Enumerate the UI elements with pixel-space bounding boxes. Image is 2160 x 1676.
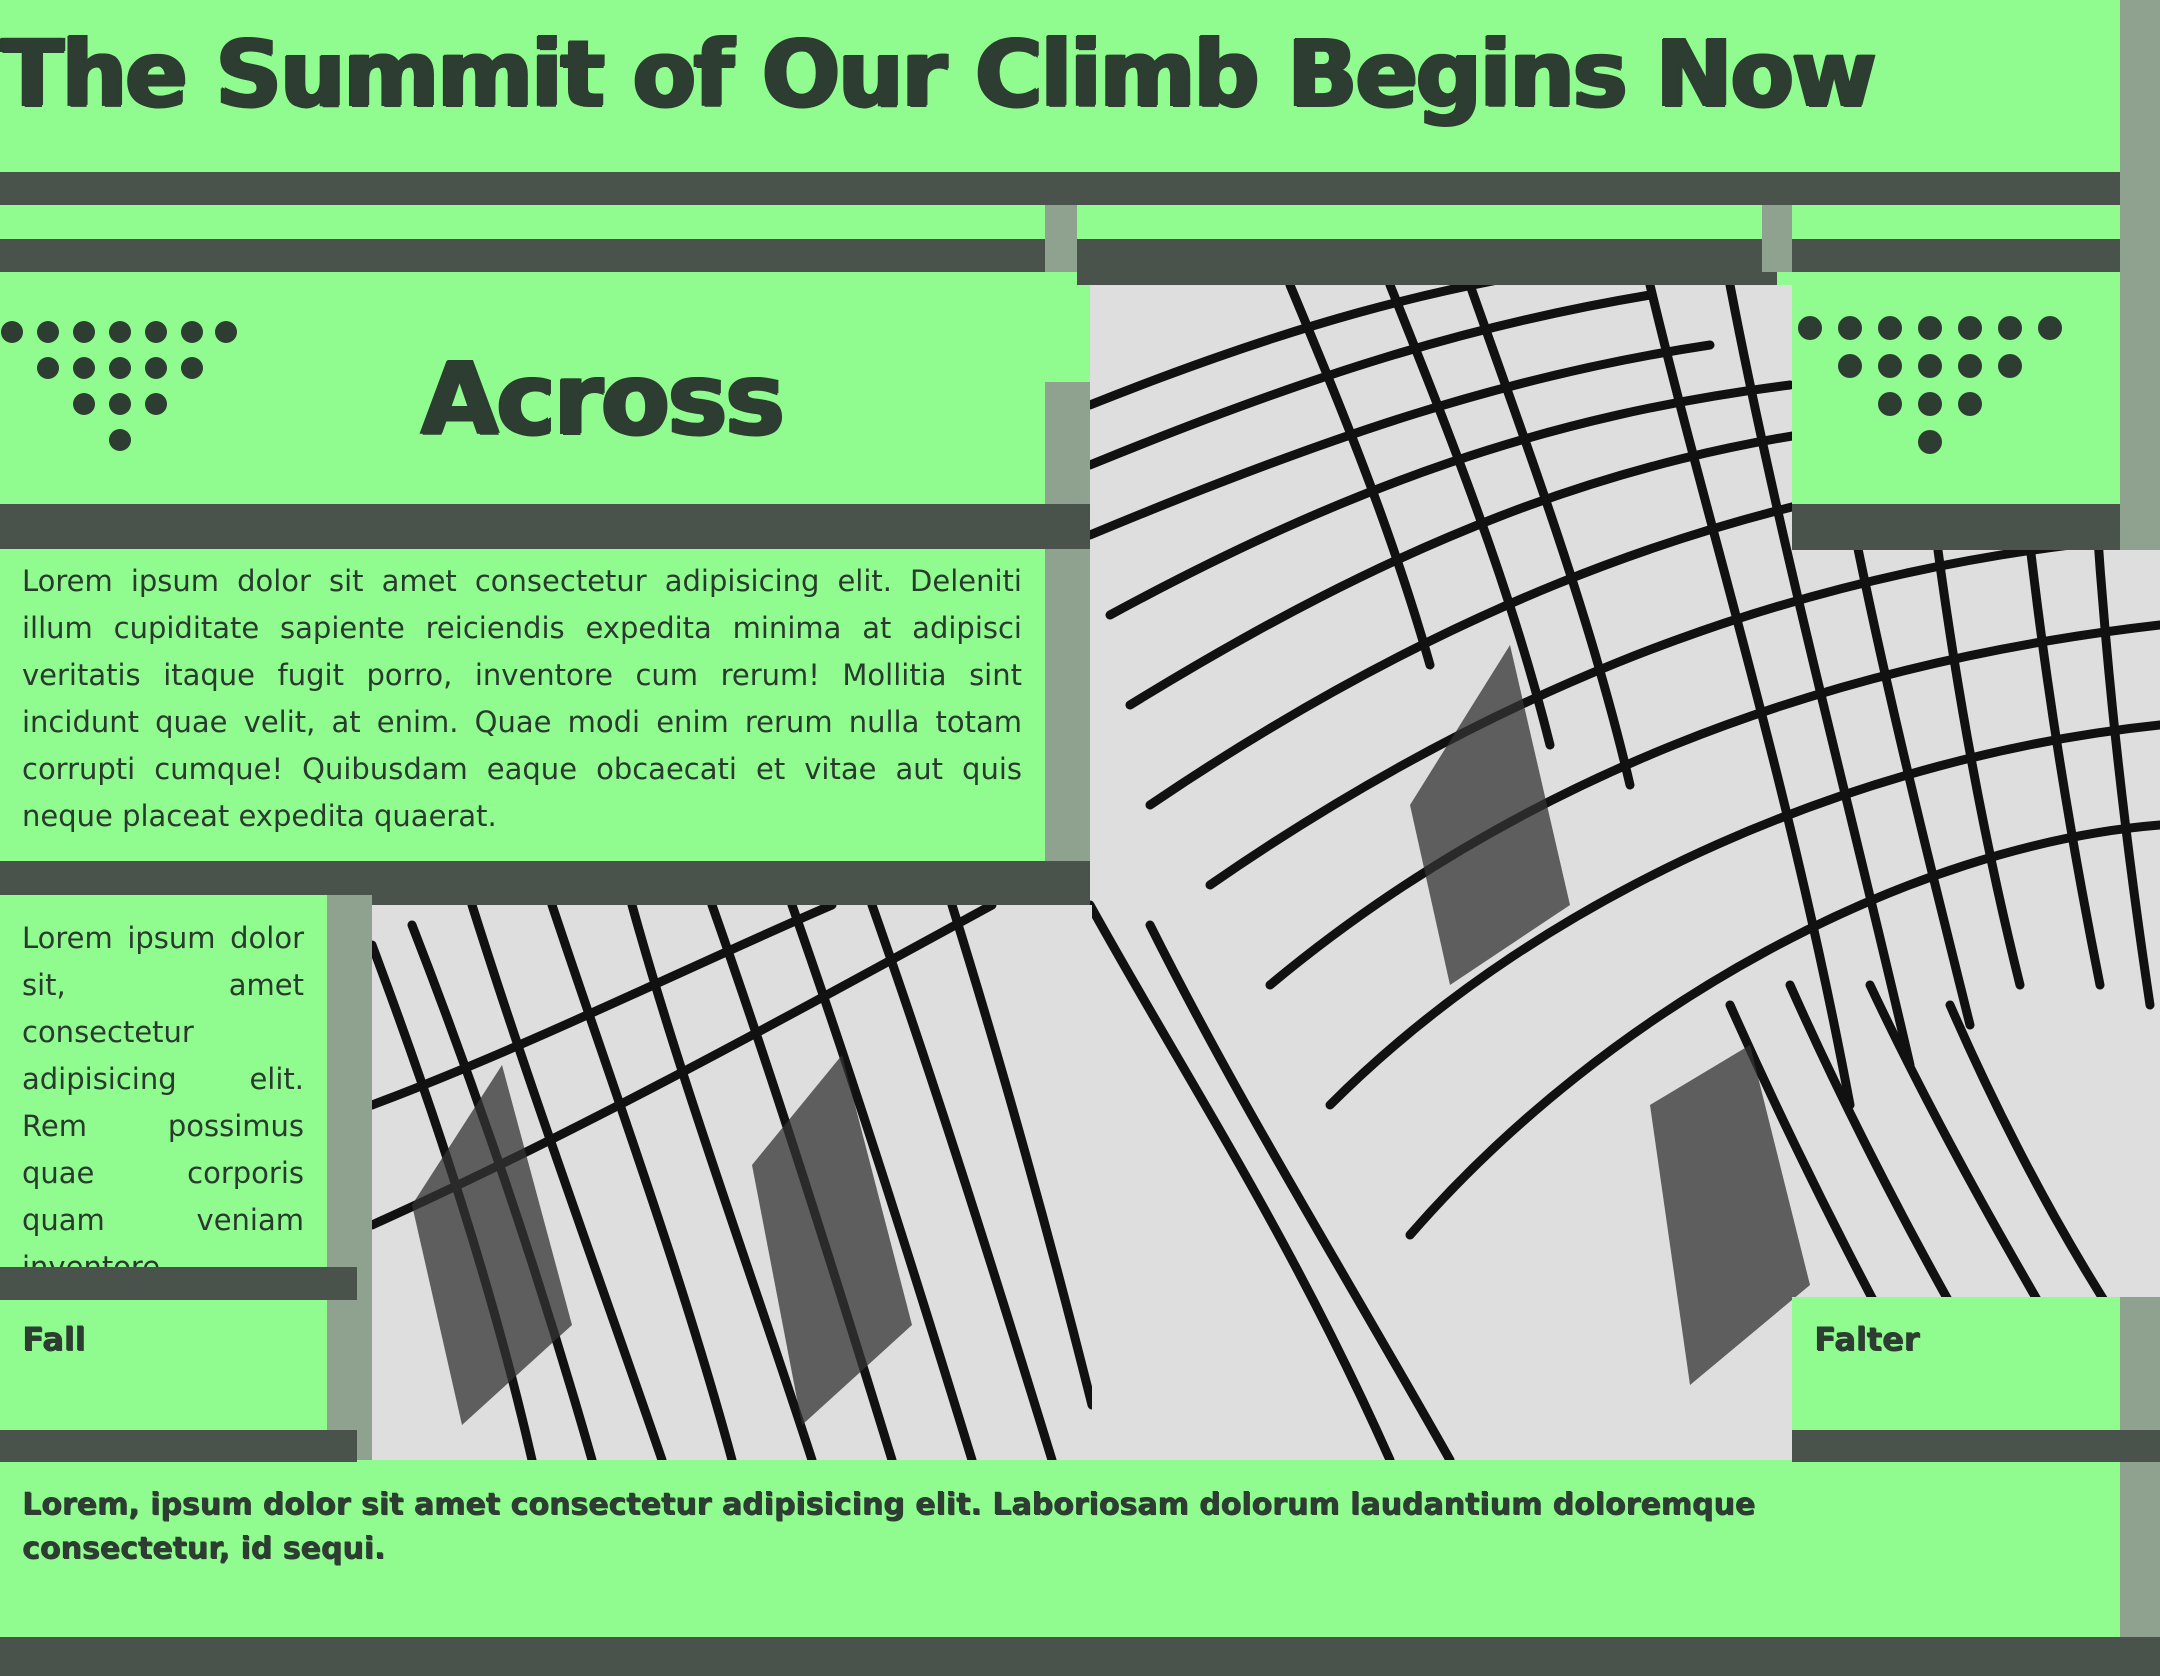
strip-left bbox=[0, 205, 1045, 239]
strip-right-edge bbox=[2120, 205, 2160, 550]
strip-left-edge bbox=[1045, 205, 1077, 272]
title-bar bbox=[0, 172, 2140, 205]
side-paragraph-edge bbox=[327, 895, 372, 1460]
footer-bar bbox=[0, 1637, 2160, 1676]
line-art-illustration-lower bbox=[372, 905, 1092, 1460]
strip-middle-bar bbox=[1077, 239, 1777, 285]
strip-left-bar bbox=[0, 239, 1060, 272]
main-paragraph: Lorem ipsum dolor sit amet consectetur a… bbox=[22, 564, 1022, 833]
section-heading: Across bbox=[420, 340, 784, 457]
page-title: The Summit of Our Climb Begins Now bbox=[0, 20, 1876, 127]
strip-middle bbox=[1077, 205, 1762, 239]
icon-panel-right-bar bbox=[1792, 504, 2120, 550]
strip-right-bar bbox=[1792, 239, 2140, 272]
falter-bar bbox=[1792, 1430, 2160, 1462]
strip-middle-edge bbox=[1762, 205, 1792, 272]
title-side-edge bbox=[2120, 0, 2160, 205]
paragraph-panel-edge bbox=[1045, 549, 1090, 905]
falter-panel bbox=[1792, 1297, 2120, 1430]
dot-triangle-icon bbox=[1796, 314, 2066, 464]
fall-label: Fall bbox=[22, 1320, 86, 1358]
heading-bar bbox=[0, 504, 1090, 549]
side-paragraph: Lorem ipsum dolor sit, amet consectetur … bbox=[22, 921, 304, 1284]
dot-triangle-icon bbox=[0, 318, 240, 458]
fall-bar bbox=[0, 1430, 357, 1462]
side-paragraph-bar bbox=[0, 1267, 357, 1300]
footer-text: Lorem, ipsum dolor sit amet consectetur … bbox=[22, 1487, 1756, 1566]
falter-label: Falter bbox=[1814, 1320, 1920, 1358]
strip-right bbox=[1792, 205, 2120, 239]
